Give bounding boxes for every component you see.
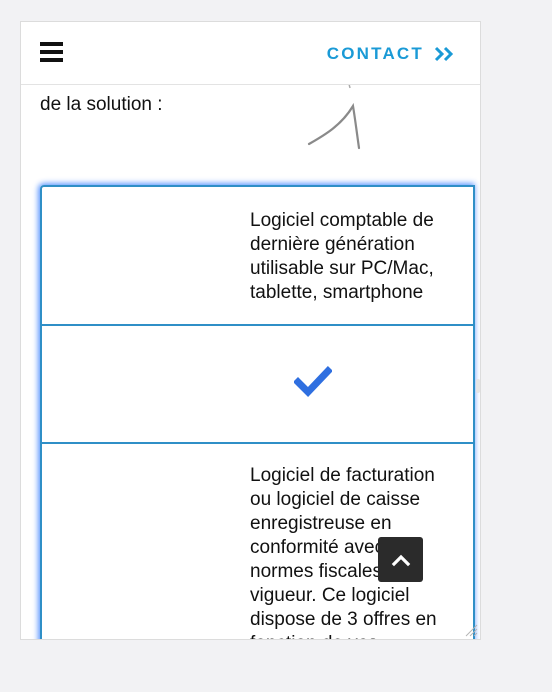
hamburger-menu-icon[interactable]	[40, 42, 63, 62]
contact-label: CONTACT	[326, 44, 424, 63]
contact-link[interactable]: CONTACT	[327, 44, 454, 64]
checkmark-icon	[294, 366, 332, 398]
resize-grip-icon[interactable]	[464, 623, 478, 637]
cell-text: Logiciel comptable de dernière génératio…	[250, 210, 434, 303]
handwritten-sketch	[307, 83, 361, 150]
intro-text: de la solution :	[40, 94, 163, 115]
double-chevron-right-icon	[434, 46, 454, 62]
scrollbar-thumb[interactable]	[476, 379, 480, 393]
table-cell: Logiciel comptable de dernière génératio…	[42, 187, 473, 326]
chevron-up-icon	[391, 554, 410, 566]
back-to-top-button[interactable]	[378, 537, 423, 582]
cell-text: Logiciel de facturation ou logiciel de c…	[250, 465, 437, 639]
table-cell	[42, 326, 473, 444]
site-header: CONTACT	[21, 22, 480, 85]
